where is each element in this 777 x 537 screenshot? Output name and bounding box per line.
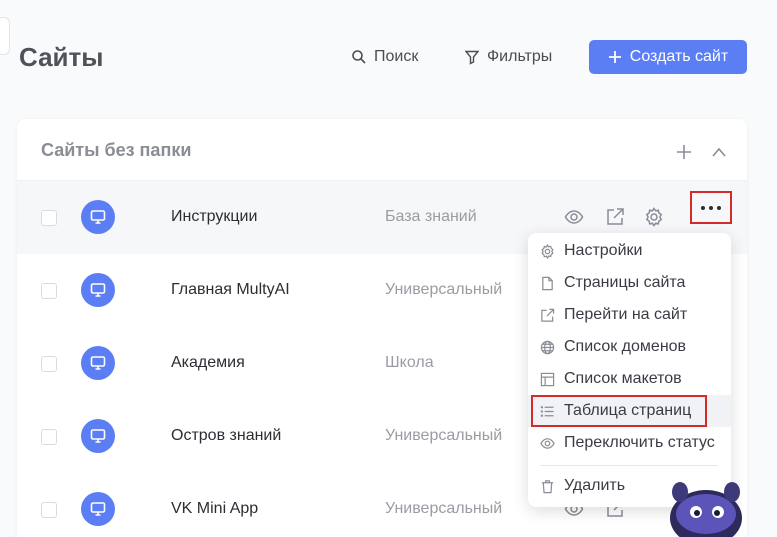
menu-item-domains[interactable]: Список доменов xyxy=(528,331,731,363)
menu-item-label: Список доменов xyxy=(564,338,687,355)
site-name[interactable]: Остров знаний xyxy=(171,427,281,445)
monitor-icon xyxy=(90,502,106,516)
add-icon[interactable] xyxy=(675,143,693,161)
row-actions-menu: Настройки Страницы сайта Перейти на сайт… xyxy=(528,233,731,507)
filter-button[interactable]: Фильтры xyxy=(464,40,552,74)
menu-item-label: Таблица страниц xyxy=(564,402,692,419)
menu-item-label: Удалить xyxy=(564,477,626,494)
monitor-icon xyxy=(90,429,106,443)
site-avatar xyxy=(81,419,115,453)
row-checkbox[interactable] xyxy=(41,356,57,372)
menu-item-go-to-site[interactable]: Перейти на сайт xyxy=(528,299,731,331)
site-name[interactable]: Главная MultyAI xyxy=(171,281,290,299)
row-checkbox[interactable] xyxy=(41,210,57,226)
search-icon xyxy=(352,50,366,64)
row-checkbox[interactable] xyxy=(41,283,57,299)
plus-icon xyxy=(608,51,621,63)
menu-item-toggle-status[interactable]: Переключить статус xyxy=(528,427,731,459)
site-type: Универсальный xyxy=(385,281,503,298)
gear-icon[interactable] xyxy=(644,207,664,227)
list-icon xyxy=(540,405,554,417)
assistant-mascot-icon[interactable] xyxy=(660,470,750,537)
site-avatar xyxy=(81,346,115,380)
monitor-icon xyxy=(90,210,106,224)
layout-icon xyxy=(540,372,555,386)
menu-item-site-pages[interactable]: Страницы сайта xyxy=(528,267,731,299)
search-label: Поиск xyxy=(374,48,419,65)
trash-icon xyxy=(541,479,554,493)
search-button[interactable]: Поиск xyxy=(351,40,418,74)
menu-item-label: Страницы сайта xyxy=(564,274,686,291)
dot-icon xyxy=(717,205,721,210)
site-name[interactable]: Инструкции xyxy=(171,208,257,226)
menu-item-label: Список макетов xyxy=(564,370,682,387)
menu-divider xyxy=(540,465,718,466)
more-actions-button[interactable] xyxy=(690,191,732,224)
create-site-label: Создать сайт xyxy=(629,48,729,65)
file-icon xyxy=(542,276,553,290)
site-avatar xyxy=(81,200,115,234)
site-avatar xyxy=(81,273,115,307)
site-avatar xyxy=(81,492,115,526)
create-site-button[interactable]: Создать сайт xyxy=(589,40,747,74)
eye-icon xyxy=(540,437,555,449)
dot-icon xyxy=(709,205,713,210)
menu-item-label: Перейти на сайт xyxy=(564,306,688,323)
site-type: База знаний xyxy=(385,208,477,225)
collapsed-sidebar-tab[interactable] xyxy=(0,17,10,55)
filter-label: Фильтры xyxy=(487,48,553,65)
menu-item-label: Настройки xyxy=(564,242,643,259)
page-title: Сайты xyxy=(19,42,104,72)
site-type: Универсальный xyxy=(385,427,503,444)
site-type: Универсальный xyxy=(385,500,503,517)
external-link-icon xyxy=(541,308,555,322)
monitor-icon xyxy=(90,283,106,297)
site-name[interactable]: Академия xyxy=(171,354,245,372)
menu-item-pages-table[interactable]: Таблица страниц xyxy=(528,395,731,427)
external-link-icon[interactable] xyxy=(605,207,625,227)
section-header: Сайты без папки xyxy=(17,119,747,181)
menu-item-layouts[interactable]: Список макетов xyxy=(528,363,731,395)
site-name[interactable]: VK Mini App xyxy=(171,500,258,518)
gear-icon xyxy=(541,243,554,259)
row-checkbox[interactable] xyxy=(41,502,57,518)
dot-icon xyxy=(701,205,705,210)
row-checkbox[interactable] xyxy=(41,429,57,445)
globe-icon xyxy=(540,340,555,354)
menu-item-label: Переключить статус xyxy=(564,434,715,451)
site-type: Школа xyxy=(385,354,434,371)
filter-icon xyxy=(464,50,480,65)
chevron-up-icon[interactable] xyxy=(711,145,727,159)
menu-item-settings[interactable]: Настройки xyxy=(528,235,731,267)
section-title: Сайты без папки xyxy=(41,140,192,160)
eye-icon[interactable] xyxy=(564,207,584,227)
monitor-icon xyxy=(90,356,106,370)
